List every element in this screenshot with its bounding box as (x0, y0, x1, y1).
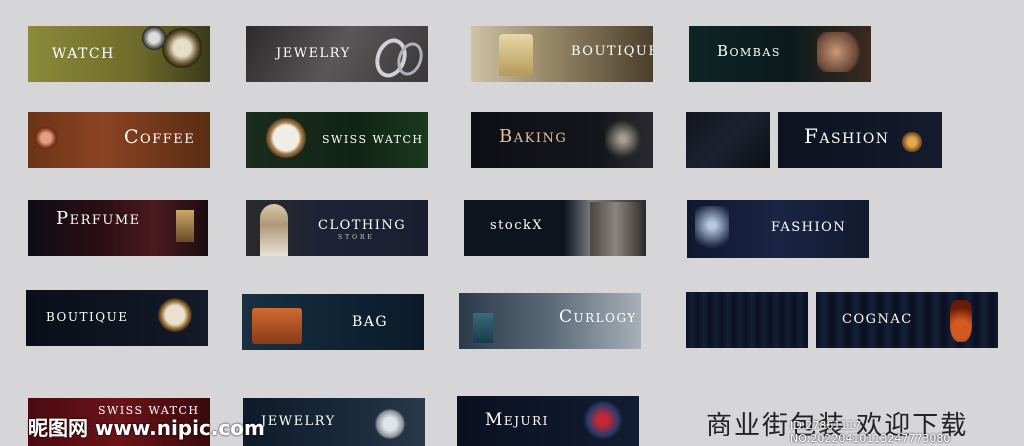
couple-image (590, 202, 642, 256)
product-bottle-image (473, 313, 493, 343)
banner-label-fashion-2: FASHION (771, 220, 847, 235)
banner-label-clothing: CLOTHING (318, 218, 407, 233)
banner-label-bombas: Bombas (717, 42, 781, 60)
banner-label-jewelry: JEWELRY (276, 46, 351, 61)
bag-image (252, 308, 302, 344)
banner-coffee[interactable]: Coffee (28, 112, 210, 168)
banner-perfume[interactable]: Perfume (28, 200, 208, 256)
banner-jewelry-2[interactable]: JEWELRY (243, 398, 425, 446)
banner-label-watch: WATCH (52, 46, 115, 62)
banner-label-boutique-2: BOUTIQUE (46, 310, 129, 324)
banner-bombas[interactable]: Bombas (689, 26, 871, 82)
watch-image (266, 118, 306, 158)
banner-jewelry[interactable]: JEWELRY (246, 26, 428, 82)
hand-watch-image (817, 32, 865, 72)
banner-label-coffee: Coffee (124, 126, 196, 148)
banner-mejuri[interactable]: Mejuri (457, 396, 639, 446)
banner-swiss-watch[interactable]: SWISS WATCH (246, 112, 428, 168)
banner-boutique-2[interactable]: BOUTIQUE (26, 290, 208, 346)
banner-stockx[interactable]: stockX (464, 200, 646, 256)
banner-label-jewelry-2: JEWELRY (261, 414, 336, 429)
pendant-image (902, 132, 922, 152)
watermark-id: ID:27861117 NO:20220410113247773080 (790, 419, 951, 445)
watch-image-2 (142, 26, 166, 50)
banner-label-bag: BAG (352, 314, 389, 330)
banner-cognac[interactable]: COGNAC (816, 292, 998, 348)
banner-label-baking: Baking (499, 126, 568, 147)
banner-boutique[interactable]: BOUTIQUE (471, 26, 653, 82)
banner-label-swiss-watch: SWISS WATCH (322, 133, 424, 146)
banner-fashion-2[interactable]: FASHION (687, 200, 869, 258)
coffee-cup-image (34, 126, 58, 150)
banner-curlogy[interactable]: Curlogy (459, 293, 641, 349)
banner-label-curlogy: Curlogy (559, 307, 637, 327)
perfume-bottle-image (176, 210, 194, 242)
banner-label-cognac: COGNAC (842, 312, 913, 327)
pendant-image (375, 408, 405, 440)
product-image (499, 34, 533, 76)
banner-label-stockx: stockX (490, 218, 544, 233)
banner-fashion[interactable]: Fashion (778, 112, 942, 168)
banner-label-mejuri: Mejuri (485, 410, 549, 430)
cognac-bottle-image (950, 300, 972, 342)
banner-dark-blank[interactable] (686, 112, 770, 168)
banner-clothing-store[interactable]: CLOTHING STORE (246, 200, 428, 256)
banner-curtain-blank[interactable] (686, 292, 808, 348)
watch-image (162, 28, 202, 68)
dancer-image (695, 206, 729, 254)
banner-watch[interactable]: WATCH (28, 26, 210, 82)
watch-image (158, 298, 192, 332)
banner-baking[interactable]: Baking (471, 112, 653, 168)
jewelry-hand-image (583, 400, 623, 440)
baking-image (605, 116, 641, 162)
banner-label-perfume: Perfume (56, 208, 141, 229)
banner-label-boutique: BOUTIQUE (571, 44, 653, 59)
model-image (260, 204, 288, 256)
banner-bag[interactable]: BAG (242, 294, 424, 350)
banner-sublabel-store: STORE (338, 234, 375, 241)
watermark-logo: 昵图网 www.nipic.com (28, 416, 265, 440)
banner-label-fashion: Fashion (804, 124, 890, 148)
